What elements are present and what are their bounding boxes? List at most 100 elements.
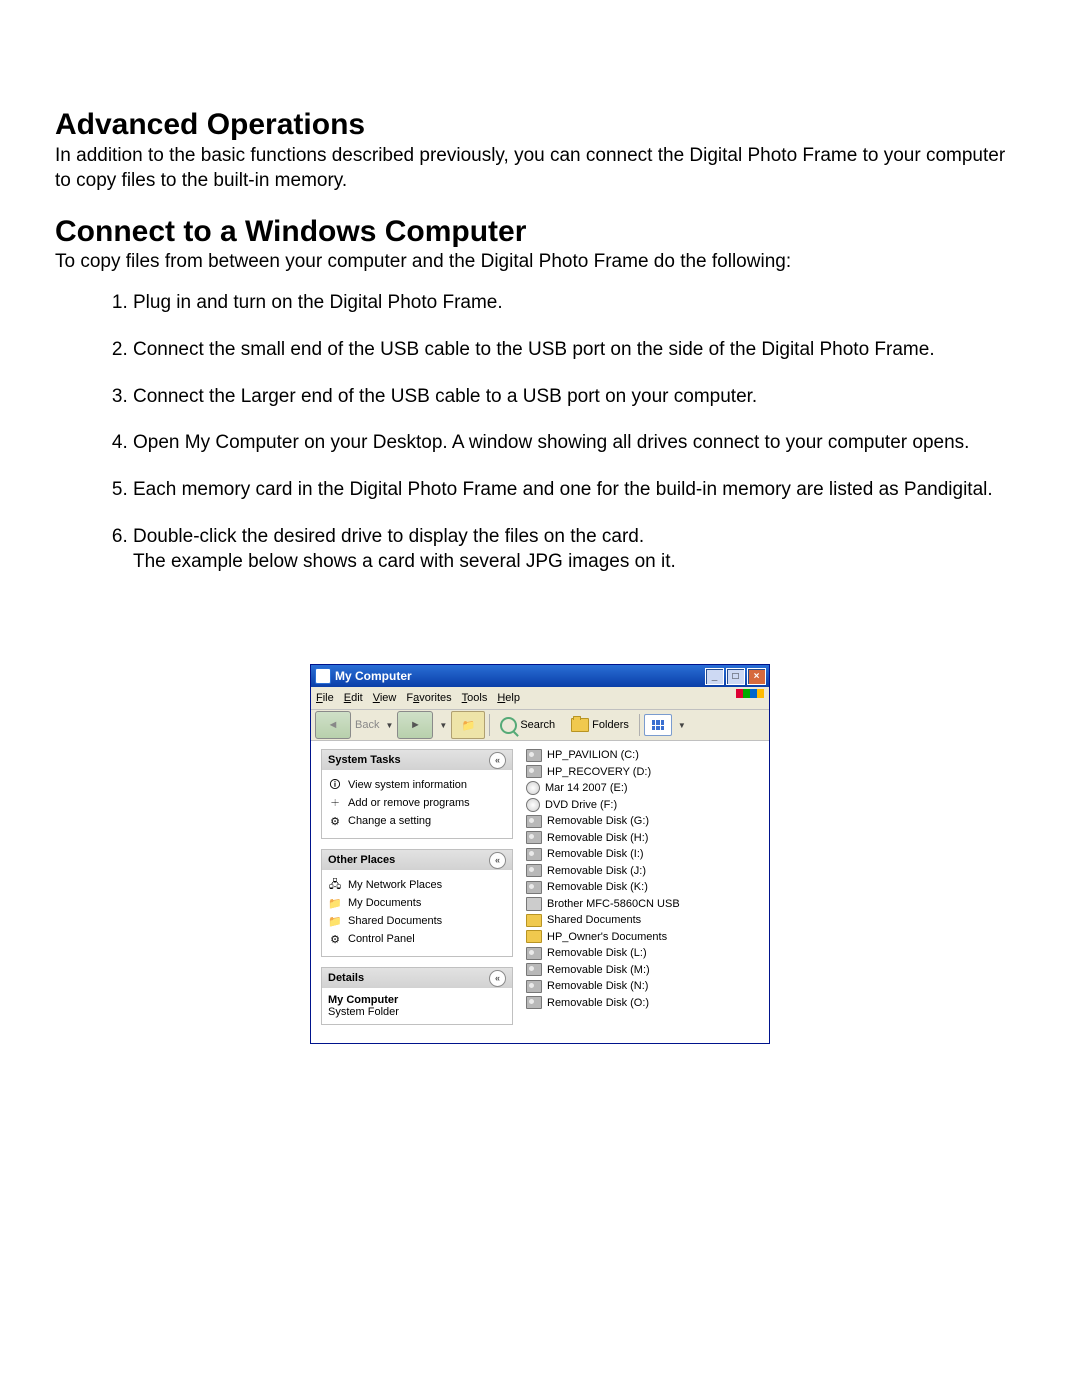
disk-icon — [526, 848, 542, 861]
drive-item[interactable]: HP_Owner's Documents — [526, 929, 765, 946]
menu-help[interactable]: Help — [497, 692, 520, 704]
task-label: Add or remove programs — [348, 797, 470, 809]
task-add-remove[interactable]: 🞡 Add or remove programs — [328, 794, 508, 812]
folder-icon — [526, 914, 542, 927]
minimize-button[interactable]: _ — [705, 668, 724, 685]
drive-item[interactable]: DVD Drive (F:) — [526, 797, 765, 814]
drive-label: HP_Owner's Documents — [547, 931, 667, 943]
toolbar: ◄ Back ▼ ► ▼ 📁 Search Folders ▼ — [311, 710, 769, 741]
place-label: Control Panel — [348, 933, 415, 945]
printer-icon — [526, 897, 542, 911]
disk-icon — [526, 963, 542, 976]
place-label: My Network Places — [348, 879, 442, 891]
task-change-setting[interactable]: ⚙ Change a setting — [328, 812, 508, 830]
drive-item[interactable]: Removable Disk (H:) — [526, 830, 765, 847]
collapse-icon[interactable]: « — [489, 970, 506, 987]
other-places-panel: Other Places « 🖧 My Network Places 📁My Doc… — [321, 849, 513, 957]
drive-label: Removable Disk (O:) — [547, 997, 649, 1009]
back-dropdown-icon[interactable]: ▼ — [385, 721, 393, 730]
task-view-info[interactable]: 🛈View system information — [328, 776, 508, 794]
place-label: My Documents — [348, 897, 421, 909]
drive-label: Removable Disk (I:) — [547, 848, 644, 860]
toolbar-separator — [489, 714, 490, 736]
drive-item[interactable]: Removable Disk (M:) — [526, 962, 765, 979]
drive-item[interactable]: Removable Disk (G:) — [526, 813, 765, 830]
drive-label: Shared Documents — [547, 914, 641, 926]
place-documents[interactable]: 📁My Documents — [328, 894, 508, 912]
place-network[interactable]: 🖧 My Network Places — [328, 876, 508, 894]
system-tasks-title: System Tasks — [328, 754, 401, 766]
window-title: My Computer — [335, 669, 412, 683]
up-button[interactable]: 📁 — [451, 711, 485, 739]
step-1: Plug in and turn on the Digital Photo Fr… — [133, 291, 1025, 316]
back-button[interactable]: ◄ — [315, 711, 351, 739]
drive-item[interactable]: HP_RECOVERY (D:) — [526, 764, 765, 781]
drive-label: Removable Disk (N:) — [547, 980, 648, 992]
forward-dropdown-icon[interactable]: ▼ — [439, 721, 447, 730]
drive-label: Mar 14 2007 (E:) — [545, 782, 628, 794]
menubar: File Edit View Favorites Tools Help — [311, 687, 769, 710]
maximize-button[interactable]: □ — [726, 668, 745, 685]
search-label: Search — [520, 719, 555, 731]
forward-button[interactable]: ► — [397, 711, 433, 739]
cd-icon — [526, 781, 540, 795]
search-button[interactable]: Search — [494, 714, 561, 737]
drive-item[interactable]: Removable Disk (I:) — [526, 846, 765, 863]
drive-item[interactable]: Shared Documents — [526, 912, 765, 929]
drive-label: Removable Disk (J:) — [547, 865, 646, 877]
steps-list: Plug in and turn on the Digital Photo Fr… — [55, 291, 1025, 574]
drive-item[interactable]: Removable Disk (J:) — [526, 863, 765, 880]
step-4: Open My Computer on your Desktop. A wind… — [133, 431, 1025, 456]
folder-icon — [526, 930, 542, 943]
disk-icon — [526, 996, 542, 1009]
heading-advanced: Advanced Operations — [55, 108, 1025, 142]
toolbar-separator-2 — [639, 714, 640, 736]
close-button[interactable]: × — [747, 668, 766, 685]
drive-item[interactable]: Removable Disk (K:) — [526, 879, 765, 896]
views-button[interactable] — [644, 714, 672, 736]
folders-button[interactable]: Folders — [565, 715, 635, 735]
intro2: To copy files from between your computer… — [55, 251, 1025, 273]
drive-item[interactable]: Mar 14 2007 (E:) — [526, 780, 765, 797]
network-icon: 🖧 — [328, 878, 342, 892]
folders-label: Folders — [592, 719, 629, 731]
titlebar: My Computer _ □ × — [311, 665, 769, 687]
menu-tools[interactable]: Tools — [462, 692, 488, 704]
task-label: Change a setting — [348, 815, 431, 827]
drive-item[interactable]: Removable Disk (N:) — [526, 978, 765, 995]
menu-view[interactable]: View — [373, 692, 397, 704]
windows-logo-icon — [736, 689, 764, 707]
place-shared[interactable]: 📁Shared Documents — [328, 912, 508, 930]
folder-icon — [571, 718, 589, 732]
details-name: My Computer — [328, 994, 506, 1006]
drive-item[interactable]: Removable Disk (L:) — [526, 945, 765, 962]
step-6: Double-click the desired drive to displa… — [133, 525, 1025, 574]
drive-item[interactable]: Brother MFC-5860CN USB — [526, 896, 765, 913]
search-icon — [500, 717, 517, 734]
drive-item[interactable]: Removable Disk (O:) — [526, 995, 765, 1012]
drive-item[interactable]: HP_PAVILION (C:) — [526, 747, 765, 764]
drive-label: HP_PAVILION (C:) — [547, 749, 639, 761]
intro1: In addition to the basic functions descr… — [55, 144, 1015, 193]
menu-favorites[interactable]: Favorites — [406, 692, 451, 704]
other-places-title: Other Places — [328, 854, 395, 866]
menu-edit[interactable]: Edit — [344, 692, 363, 704]
drive-label: Removable Disk (M:) — [547, 964, 650, 976]
views-dropdown-icon[interactable]: ▼ — [678, 721, 686, 730]
disk-icon — [526, 947, 542, 960]
menu-file[interactable]: File — [316, 692, 334, 704]
collapse-icon[interactable]: « — [489, 752, 506, 769]
drive-list: HP_PAVILION (C:) HP_RECOVERY (D:)Mar 14 2… — [520, 741, 769, 1043]
disk-icon — [526, 980, 542, 993]
disk-icon — [526, 765, 542, 778]
disk-icon — [526, 749, 542, 762]
programs-icon: 🞡 — [328, 796, 342, 810]
setting-icon: ⚙ — [328, 814, 342, 828]
cd-icon — [526, 798, 540, 812]
place-control-panel[interactable]: ⚙Control Panel — [328, 930, 508, 948]
disk-icon — [526, 881, 542, 894]
details-title: Details — [328, 972, 364, 984]
collapse-icon[interactable]: « — [489, 852, 506, 869]
disk-icon — [526, 831, 542, 844]
side-panel: System Tasks « 🛈View system information 🞡… — [311, 741, 520, 1043]
